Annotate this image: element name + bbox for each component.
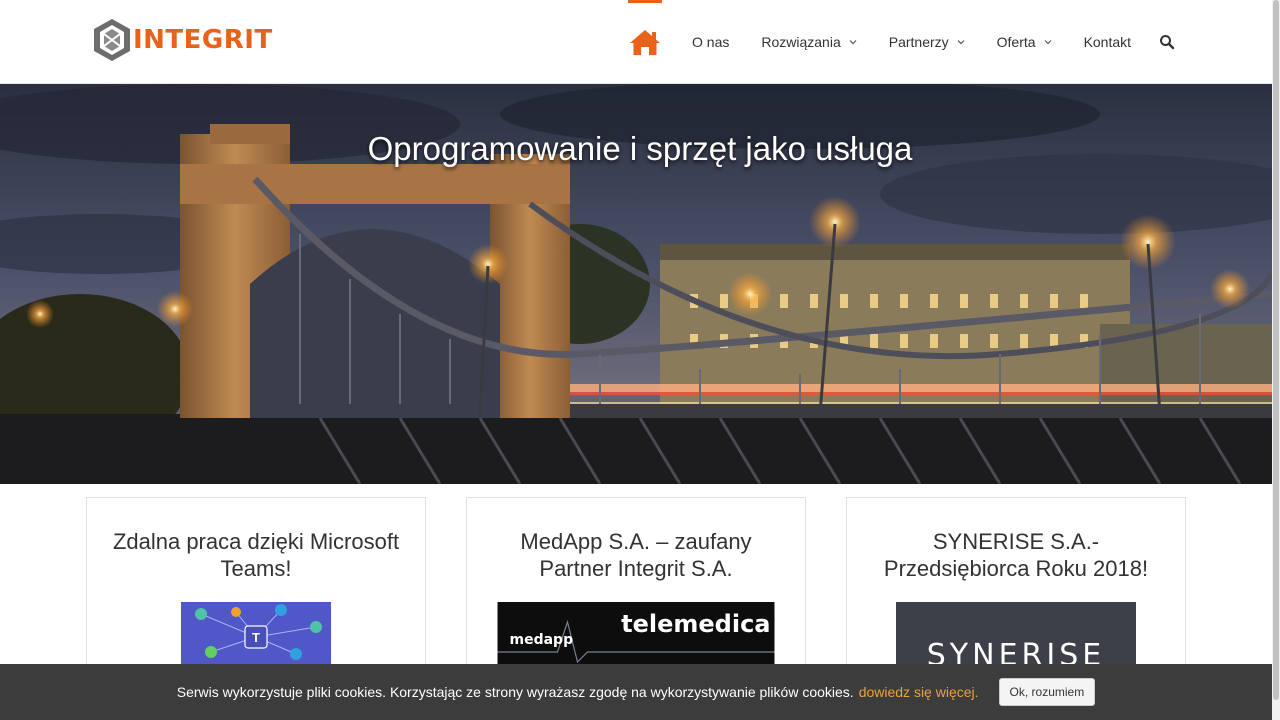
logo-mark-icon	[94, 19, 130, 61]
cookie-bar: Serwis wykorzystuje pliki cookies. Korzy…	[0, 664, 1272, 720]
main-nav: O nas Rozwiązania Partnerzy Oferta Konta…	[628, 0, 1175, 84]
card-title[interactable]: Zdalna praca dzięki Microsoft Teams!	[87, 498, 425, 582]
card-image-synerise[interactable]: SYNERISE	[896, 602, 1136, 672]
teams-network-icon: T	[181, 602, 331, 672]
chevron-down-icon	[1044, 40, 1051, 45]
nav-item-label: Partnerzy	[888, 34, 949, 50]
scrollbar-thumb[interactable]	[1273, 0, 1279, 700]
medapp-logo-text: medapp	[509, 632, 574, 648]
chevron-down-icon	[957, 40, 965, 45]
nav-item-label: Kontakt	[1083, 34, 1132, 50]
hero-title: Oprogramowanie i sprzęt jako usługa	[367, 130, 913, 167]
nav-item-rozwiazania[interactable]: Rozwiązania	[761, 0, 857, 84]
cookie-learn-more-link[interactable]: dowiedz się więcej.	[859, 684, 979, 700]
nav-item-label: Oferta	[996, 34, 1036, 50]
card-image-medapp[interactable]: medapp telemedica	[497, 602, 775, 672]
nav-item-o-nas[interactable]: O nas	[692, 0, 729, 84]
search-icon[interactable]	[1159, 34, 1175, 50]
chevron-down-icon	[849, 40, 857, 45]
card-image-teams[interactable]: T	[181, 602, 331, 672]
scrollbar[interactable]	[1272, 0, 1280, 720]
card-title[interactable]: MedApp S.A. – zaufany Partner Integrit S…	[467, 498, 805, 582]
card-title[interactable]: SYNERISE S.A.- Przedsiębiorca Roku 2018!	[847, 498, 1185, 582]
nav-item-kontakt[interactable]: Kontakt	[1084, 0, 1131, 84]
telemedica-logo-text: telemedica	[621, 610, 771, 638]
cookie-accept-button[interactable]: Ok, rozumiem	[998, 678, 1096, 706]
cookie-text: Serwis wykorzystuje pliki cookies. Korzy…	[176, 684, 854, 700]
site-header: INTEGRIT O nas Rozwiązania Partnerzy Ofe…	[0, 0, 1272, 84]
logo[interactable]: INTEGRIT	[92, 17, 273, 63]
nav-item-partnerzy[interactable]: Partnerzy	[889, 0, 965, 84]
nav-item-label: Rozwiązania	[761, 34, 841, 50]
nav-home[interactable]	[628, 0, 662, 84]
hero-banner: Oprogramowanie i sprzęt jako usługa	[0, 84, 1272, 484]
nav-item-label: O nas	[692, 34, 730, 50]
home-icon	[630, 30, 660, 55]
nav-item-oferta[interactable]: Oferta	[997, 0, 1052, 84]
logo-text: INTEGRIT	[133, 25, 273, 55]
svg-text:T: T	[252, 630, 260, 645]
